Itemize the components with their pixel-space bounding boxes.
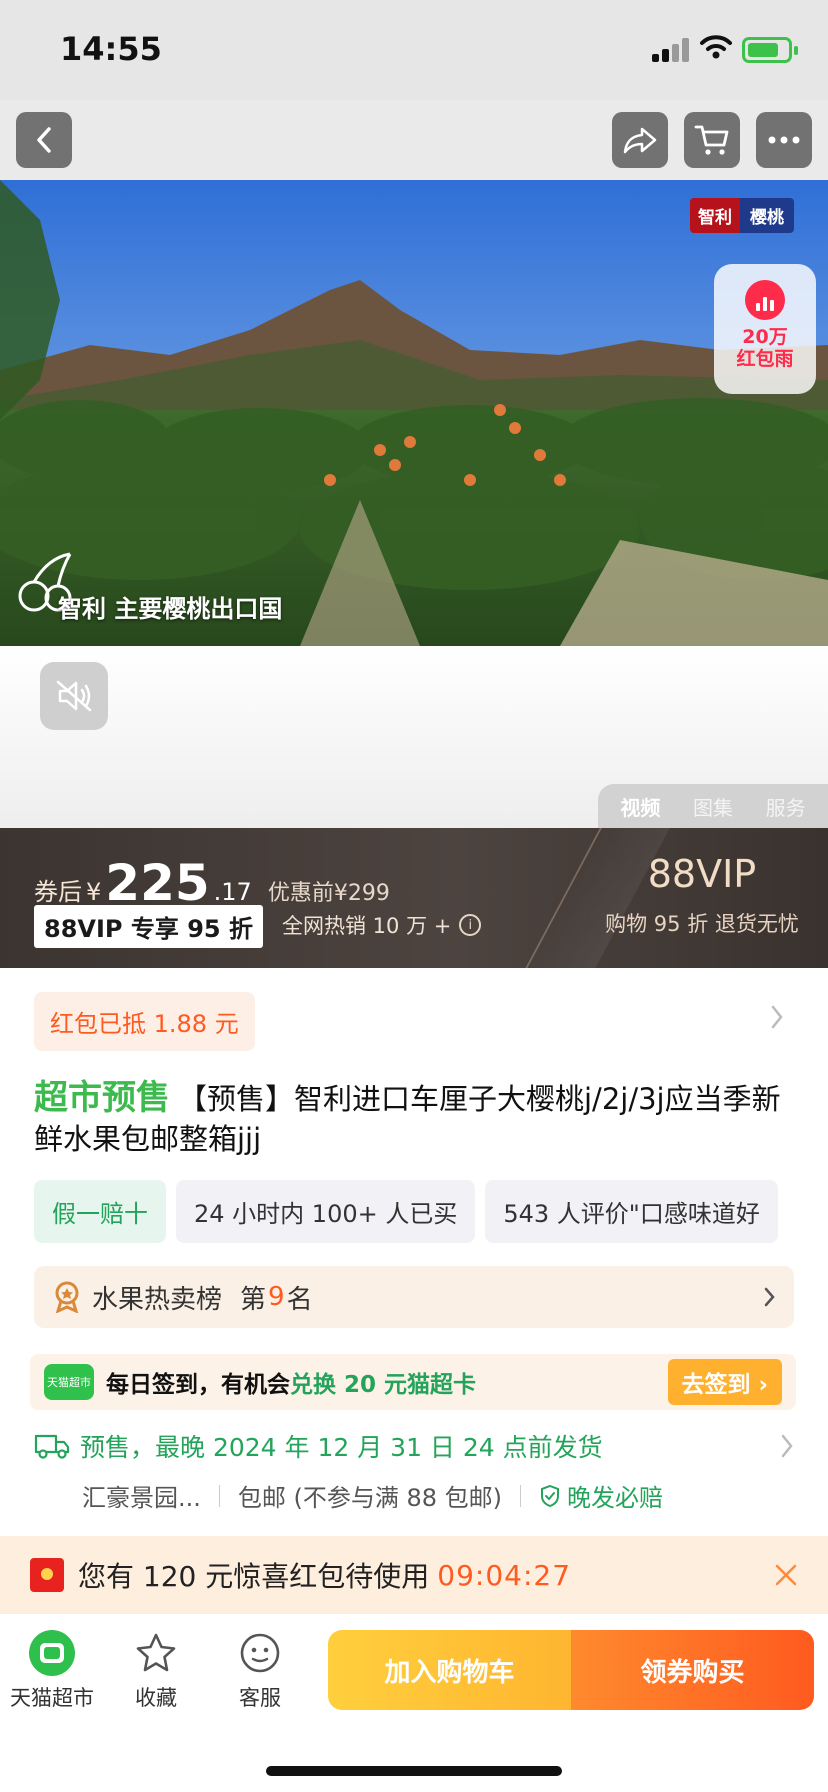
media-controls-band: 视频 图集 服务 [0, 646, 828, 828]
shipping-deadline: 预售，最晚 2024 年 12 月 31 日 24 点前发货 [80, 1433, 603, 1462]
vip-subtitle: 购物 95 折 退货无忧 [605, 912, 799, 936]
shield-check-icon [541, 1484, 560, 1507]
cart-icon [694, 125, 729, 155]
postage-info: 包邮 (不参与满 88 包邮) [237, 1484, 503, 1512]
product-chips: 假一赔十 24 小时内 100+ 人已买 543 人评价"口感味道好 [34, 1180, 778, 1243]
chip-reviews[interactable]: 543 人评价"口感味道好 [485, 1180, 778, 1243]
vip-title: 88VIP [647, 852, 757, 896]
red-envelope-icon [30, 1558, 64, 1592]
chevron-right-icon[interactable] [770, 1004, 784, 1030]
late-delivery-guarantee: 晚发必赔 [539, 1478, 663, 1513]
cellular-signal-icon [652, 38, 692, 62]
close-icon[interactable] [774, 1563, 798, 1587]
vip-promo[interactable]: 88VIP 购物 95 折 退货无忧 [594, 852, 810, 938]
cart-button[interactable] [684, 112, 740, 168]
info-icon: i [459, 914, 482, 936]
status-time: 14:55 [60, 30, 162, 68]
add-to-cart-button[interactable]: 加入购物车 [328, 1630, 571, 1710]
favorite-button[interactable]: 收藏 [106, 1628, 206, 1712]
orchard-landscape-image [0, 180, 828, 646]
bar-chart-icon [745, 280, 785, 320]
status-bar: 14:55 [0, 0, 828, 100]
chile-cherry-badge: 智利 樱桃 [690, 198, 794, 233]
store-button[interactable]: 天猫超市 [2, 1628, 102, 1712]
bonus-countdown: 09:04:27 [437, 1558, 572, 1592]
tab-gallery[interactable]: 图集 [693, 792, 733, 821]
mute-button[interactable] [40, 662, 108, 730]
rank-number: 9 [268, 1282, 285, 1312]
purchase-actions: 加入购物车 领券购买 [328, 1630, 814, 1710]
coupon-price: 券后 ¥ 225 .17 优惠前¥299 [34, 854, 390, 912]
top-nav-bar [0, 100, 828, 180]
shipping-info[interactable]: 预售，最晚 2024 年 12 月 31 日 24 点前发货 汇豪景园... 包… [34, 1428, 794, 1513]
chevron-left-icon [37, 127, 51, 153]
wifi-icon [700, 35, 732, 59]
star-icon [136, 1633, 176, 1672]
ranking-banner[interactable]: 水果热卖榜 第9名 [34, 1266, 794, 1328]
tab-video[interactable]: 视频 [620, 792, 660, 821]
chevron-right-icon [781, 1434, 793, 1458]
tmall-supermarket-icon [29, 1630, 75, 1676]
bonus-text: 您有 120 元惊喜红包待使用 [78, 1560, 430, 1593]
medal-icon [55, 1281, 79, 1313]
daily-checkin-banner: 天猫超市 每日签到，有机会 兑换 20 元猫超卡 去签到 › [30, 1354, 796, 1410]
home-indicator[interactable] [266, 1766, 562, 1776]
customer-service-icon [240, 1633, 280, 1673]
red-packet-deduction[interactable]: 红包已抵 1.88 元 [34, 992, 255, 1051]
share-icon [623, 127, 657, 154]
vip-discount-badge: 88VIP 专享 95 折 [34, 905, 263, 948]
product-title-block: 超市预售 【预售】智利进口车厘子大樱桃j/2j/3j应当季新鲜水果包邮整箱jjj [34, 1078, 794, 1159]
surprise-red-packet-banner[interactable]: 您有 120 元惊喜红包待使用 09:04:27 [0, 1536, 828, 1614]
back-button[interactable] [16, 112, 72, 168]
chevron-right-icon [764, 1287, 775, 1307]
more-button[interactable] [756, 112, 812, 168]
bottom-action-bar: 天猫超市 收藏 客服 加入购物车 领券购买 [0, 1614, 828, 1792]
checkin-button[interactable]: 去签到 › [667, 1359, 782, 1405]
hero-caption: 智利 主要樱桃出口国 [58, 595, 283, 623]
buy-with-coupon-button[interactable]: 领券购买 [571, 1630, 814, 1710]
tab-service[interactable]: 服务 [766, 792, 806, 821]
original-price: 优惠前¥299 [267, 881, 390, 906]
ship-origin: 汇豪景园... [82, 1484, 201, 1512]
share-button[interactable] [612, 112, 668, 168]
hot-sales-info[interactable]: 全网热销 10 万 + i [282, 910, 482, 940]
product-info: 红包已抵 1.88 元 超市预售 【预售】智利进口车厘子大樱桃j/2j/3j应当季… [0, 968, 828, 1536]
battery-icon [742, 37, 798, 63]
tmall-supermarket-logo: 天猫超市 [44, 1364, 94, 1400]
media-tabs: 视频 图集 服务 [598, 784, 828, 828]
product-hero-video[interactable]: 智利 樱桃 20万 红包雨 智利 主要樱桃出口国 [0, 180, 828, 646]
price-decimal: .17 [213, 878, 252, 906]
speaker-muted-icon [56, 680, 92, 712]
presale-tag: 超市预售 [34, 1078, 170, 1118]
more-dots-icon [768, 136, 800, 144]
chip-guarantee[interactable]: 假一赔十 [34, 1180, 166, 1243]
price-bar: 券后 ¥ 225 .17 优惠前¥299 88VIP 专享 95 折 全网热销 … [0, 828, 828, 968]
price-integer: 225 [105, 854, 210, 912]
truck-icon [34, 1434, 70, 1459]
red-packet-rain-button[interactable]: 20万 红包雨 [714, 264, 816, 394]
customer-service-button[interactable]: 客服 [210, 1628, 310, 1712]
chip-recent-buyers[interactable]: 24 小时内 100+ 人已买 [176, 1180, 476, 1243]
